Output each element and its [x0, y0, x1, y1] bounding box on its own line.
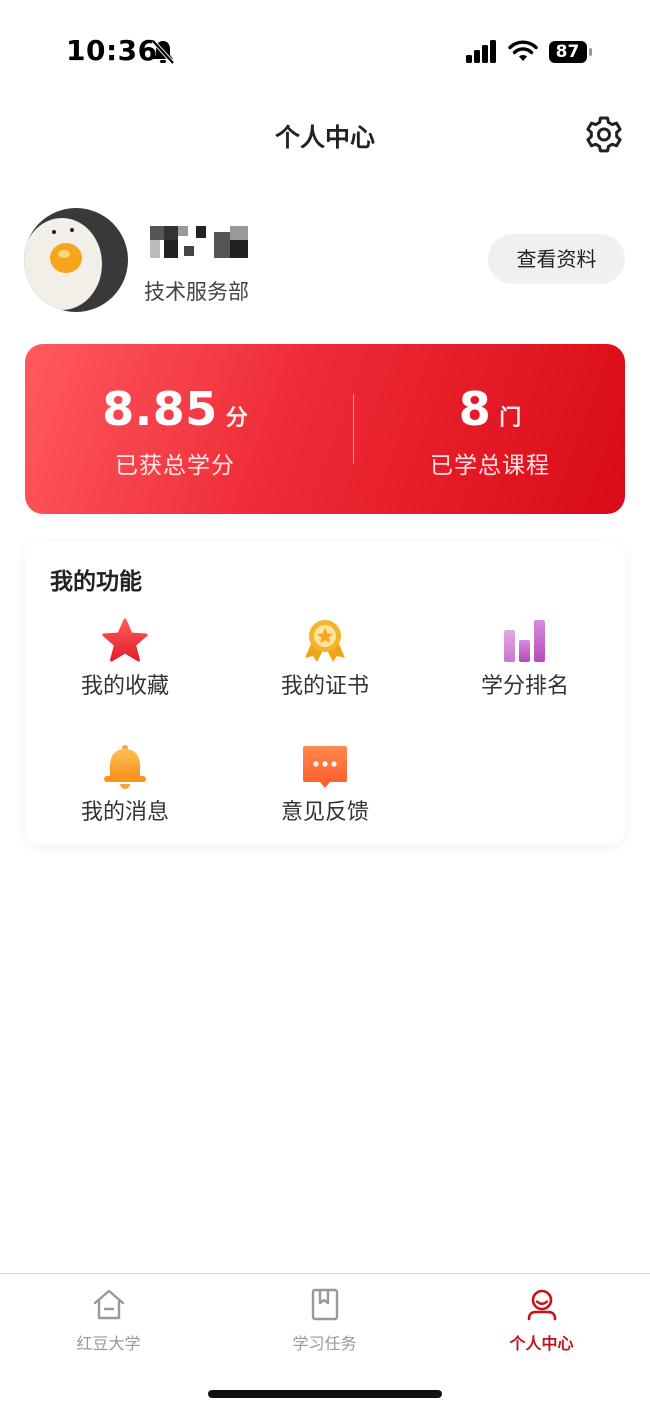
view-profile-button[interactable]: 查看资料 — [488, 234, 625, 284]
feature-credit-ranking-label: 学分排名 — [480, 674, 569, 699]
total-courses-value: 8 — [458, 382, 492, 436]
bell-icon — [104, 745, 146, 789]
tab-personal-center[interactable]: 个人中心 — [433, 1288, 650, 1368]
total-courses-stat[interactable]: 8门 已学总课程 — [355, 344, 625, 514]
tab-hongdou-university-label: 红豆大学 — [76, 1334, 141, 1353]
features-title: 我的功能 — [50, 569, 142, 595]
settings-gear-icon[interactable] — [584, 114, 624, 154]
status-bar: 10:36 87 — [0, 0, 650, 100]
credits-stats-card: 8.85 分 已获总学分 8门 已学总课程 — [25, 344, 625, 514]
feature-feedback-label: 意见反馈 — [280, 800, 369, 825]
star-icon — [102, 618, 148, 662]
feature-certificates-label: 我的证书 — [280, 674, 369, 699]
total-courses-label: 已学总课程 — [430, 453, 550, 479]
user-name-mosaic — [150, 226, 248, 258]
total-credits-label: 已获总学分 — [115, 453, 235, 479]
tab-personal-center-label: 个人中心 — [509, 1334, 574, 1353]
feature-favorites[interactable]: 我的收藏 — [25, 618, 225, 718]
feature-feedback[interactable]: 意见反馈 — [225, 744, 425, 844]
medal-icon — [305, 620, 345, 662]
cellular-signal-icon — [466, 40, 496, 63]
tab-hongdou-university[interactable]: 红豆大学 — [0, 1288, 217, 1368]
book-icon — [311, 1288, 339, 1321]
feature-favorites-label: 我的收藏 — [80, 674, 169, 699]
stats-divider — [353, 394, 354, 464]
tab-learning-tasks-label: 学习任务 — [292, 1334, 357, 1353]
my-features-card: 我的功能 我的收藏 我的证书 学分排名 我的消息 意见反馈 — [25, 542, 625, 845]
home-icon — [93, 1289, 125, 1320]
tab-learning-tasks[interactable]: 学习任务 — [216, 1288, 433, 1368]
home-indicator — [208, 1390, 442, 1398]
feature-messages-label: 我的消息 — [80, 800, 169, 825]
status-time: 10:36 — [66, 34, 158, 67]
total-courses-unit: 门 — [499, 406, 522, 431]
chat-icon — [303, 746, 347, 788]
feature-certificates[interactable]: 我的证书 — [225, 618, 425, 718]
avatar[interactable] — [24, 208, 128, 312]
total-credits-value: 8.85 — [102, 382, 218, 436]
avatar-image — [24, 208, 128, 312]
total-credits-unit: 分 — [225, 406, 248, 431]
page-title: 个人中心 — [274, 123, 375, 152]
department-label: 技术服务部 — [144, 280, 249, 304]
wifi-icon — [508, 40, 538, 61]
feature-messages[interactable]: 我的消息 — [25, 744, 225, 844]
bar-chart-icon — [504, 620, 545, 662]
user-icon — [527, 1289, 557, 1321]
total-credits-stat[interactable]: 8.85 分 已获总学分 — [25, 344, 325, 514]
feature-credit-ranking[interactable]: 学分排名 — [425, 618, 625, 718]
bell-off-icon — [151, 39, 175, 65]
battery-level: 87 — [555, 42, 580, 62]
